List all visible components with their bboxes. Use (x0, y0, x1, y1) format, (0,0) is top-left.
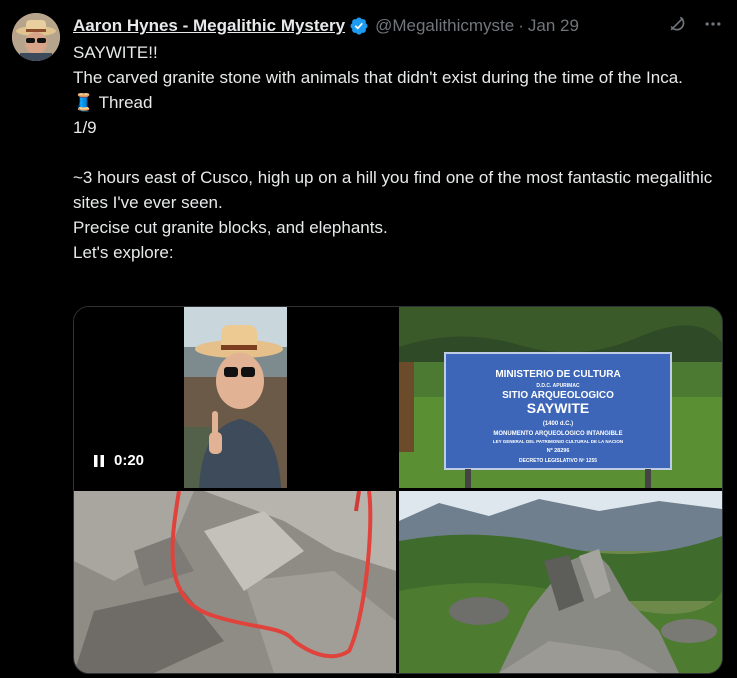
author-name[interactable]: Aaron Hynes - Megalithic Mystery (73, 16, 345, 36)
media-photo-sign[interactable]: MINISTERIO DE CULTURA D.D.C. APURIMAC SI… (399, 307, 722, 488)
sign-line: DECRETO LEGISLATIVO Nº 1255 (519, 458, 597, 464)
media-photo-carving[interactable] (74, 491, 396, 673)
media-photo-stone[interactable] (399, 491, 722, 673)
verified-badge-icon (349, 16, 369, 36)
sign-line: SAYWITE (527, 400, 590, 416)
video-time: 0:20 (114, 452, 145, 469)
sign-line: MINISTERIO DE CULTURA (495, 369, 620, 380)
separator-dot: · (518, 16, 524, 35)
sign-line: D.D.C. APURIMAC (536, 383, 580, 389)
more-icon[interactable] (703, 14, 723, 39)
tweet-header: Aaron Hynes - Megalithic Mystery @Megali… (73, 14, 723, 38)
thread-emoji: 🧵 (73, 93, 95, 112)
media-grid: 0:20 MINISTERIO DE CULTURA D.D.C. APURIM… (73, 306, 723, 674)
tweet-line: ~3 hours east of Cusco, high up on a hil… (73, 168, 713, 212)
sign-line: MONUMENTO ARQUEOLOGICO INTANGIBLE (493, 431, 622, 437)
tweet-line: The carved granite stone with animals th… (73, 68, 683, 87)
avatar[interactable] (12, 13, 60, 61)
tweet-line: 🧵 Thread (73, 90, 723, 115)
tweet-line: 1/9 (73, 118, 97, 137)
sign-line: (1400 d.C.) (543, 421, 573, 427)
thread-label: Thread (98, 93, 153, 112)
tweet-date[interactable]: Jan 29 (528, 16, 579, 36)
grok-icon[interactable] (667, 14, 687, 39)
video-player[interactable]: 0:20 (74, 307, 396, 488)
tweet-text: SAYWITE!! The carved granite stone with … (73, 40, 723, 265)
tweet-line: Let's explore: (73, 243, 174, 262)
author-handle[interactable]: @Megalithicmyste (375, 16, 514, 36)
sign-line: Nº 28296 (547, 448, 570, 454)
pause-icon[interactable] (92, 454, 106, 468)
tweet-line: SAYWITE!! (73, 43, 158, 62)
sign-line: LEY GENERAL DEL PATRIMONIO CULTURAL DE L… (493, 439, 623, 444)
tweet-line: Precise cut granite blocks, and elephant… (73, 218, 388, 237)
